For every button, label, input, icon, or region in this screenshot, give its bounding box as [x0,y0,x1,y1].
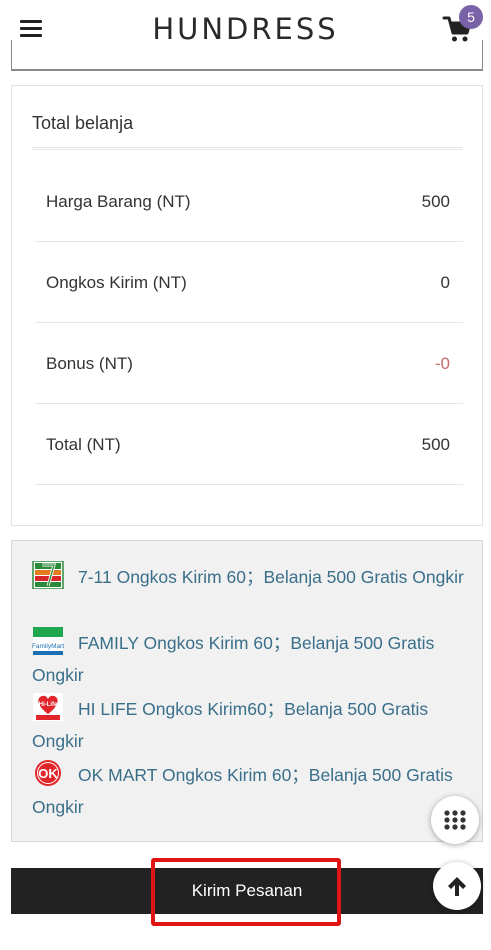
summary-row-bonus: Bonus (NT) -0 [35,323,463,404]
previous-section-edge [11,40,483,71]
cart-count-badge: 5 [459,5,483,29]
familymart-logo-icon: FamilyMart [32,627,64,655]
arrow-up-icon [448,877,466,896]
grid-dots-icon [444,810,466,830]
summary-row-value: -0 [434,354,450,373]
okmart-logo-icon: OK [32,759,64,787]
promo-item-okmart: OK OK MART Ongkos Kirim 60；Belanja 500 G… [32,759,472,823]
promo-text: FAMILY Ongkos Kirim 60；Belanja 500 Grati… [32,633,435,685]
scroll-to-top-button[interactable] [433,862,481,910]
promo-text: HI LIFE Ongkos Kirim60；Belanja 500 Grati… [32,699,429,751]
promo-item-hilife: Hi-Life HI LIFE Ongkos Kirim60；Belanja 5… [32,693,472,757]
summary-row-total: Total (NT) 500 [35,404,463,485]
summary-divider [32,147,463,150]
svg-text:OK: OK [38,766,58,781]
summary-row-value: 0 [440,273,450,292]
highlight-frame [151,858,341,926]
summary-row-item-price: Harga Barang (NT) 500 [35,161,463,242]
promo-item-711: 7-11 Ongkos Kirim 60；Belanja 500 Gratis … [32,560,472,593]
apps-grid-button[interactable] [431,796,479,844]
svg-text:FamilyMart: FamilyMart [32,643,64,650]
shipping-promo-panel: 7-11 Ongkos Kirim 60；Belanja 500 Gratis … [11,540,483,842]
seven-eleven-logo-icon [32,560,64,590]
summary-row-label: Total (NT) [46,435,121,454]
summary-row-label: Bonus (NT) [46,354,133,373]
summary-row-value: 500 [421,192,450,211]
summary-row-label: Harga Barang (NT) [46,192,191,211]
promo-text: 7-11 Ongkos Kirim 60；Belanja 500 Gratis … [78,567,464,587]
summary-title: Total belanja [32,113,134,133]
promo-text: OK MART Ongkos Kirim 60；Belanja 500 Grat… [32,765,453,817]
promo-item-familymart: FamilyMart FAMILY Ongkos Kirim 60；Belanj… [32,627,472,691]
summary-row-value: 500 [421,435,450,454]
summary-row-label: Ongkos Kirim (NT) [46,273,187,292]
svg-text:Hi-Life: Hi-Life [39,702,58,708]
hilife-logo-icon: Hi-Life [32,693,64,721]
order-summary-panel: Total belanja Harga Barang (NT) 500 Ongk… [11,85,483,526]
summary-row-shipping: Ongkos Kirim (NT) 0 [35,242,463,323]
